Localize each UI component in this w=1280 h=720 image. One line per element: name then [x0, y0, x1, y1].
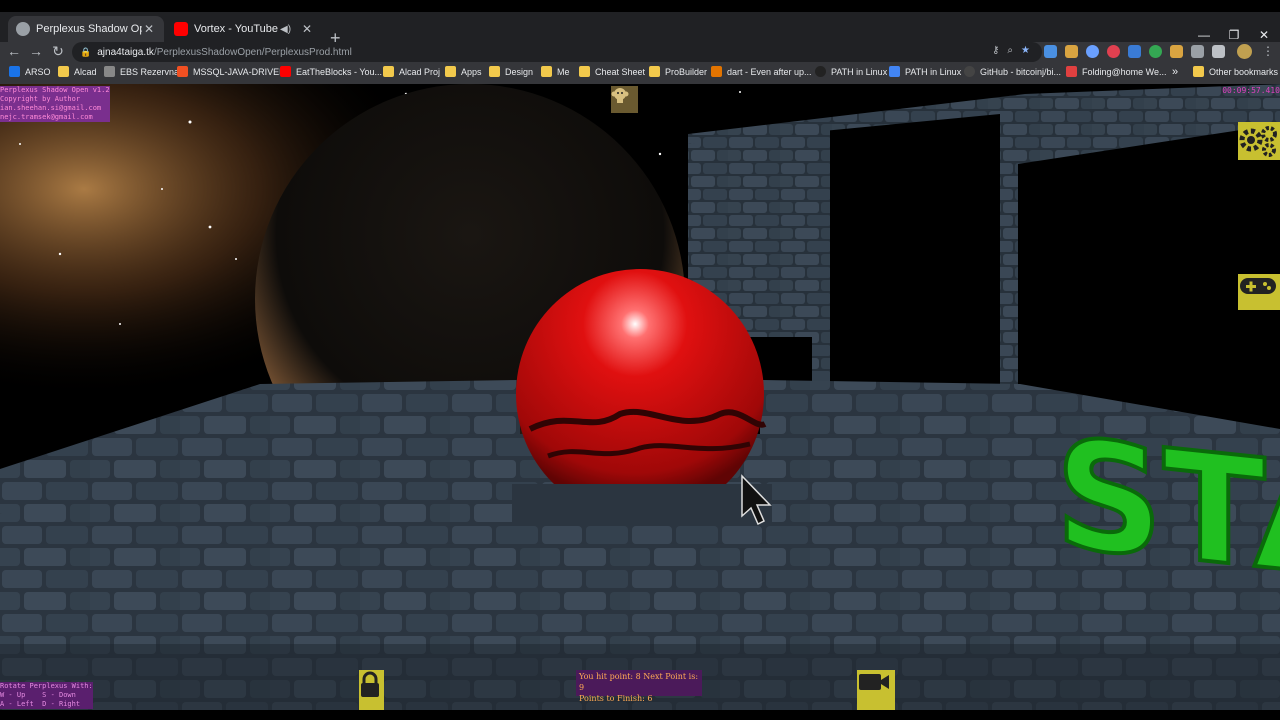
folder-icon [383, 66, 394, 77]
audio-playing-icon[interactable]: ◀) [280, 24, 294, 35]
bookmark-icon [1066, 66, 1077, 77]
extension-icon[interactable] [1170, 45, 1183, 58]
points-panel: You hit point: 8 Next Point is: 9 Points… [576, 670, 702, 703]
forward-button[interactable]: → [28, 43, 44, 59]
extension-icon[interactable] [1128, 45, 1141, 58]
bookmark-icon [9, 66, 20, 77]
folder-icon [489, 66, 500, 77]
close-tab-icon[interactable]: ✕ [142, 22, 156, 36]
camera-button[interactable] [857, 670, 895, 710]
github-icon [964, 66, 975, 77]
tab-youtube[interactable]: Vortex - YouTube ◀) ✕ [166, 16, 322, 42]
bookmark-icon [104, 66, 115, 77]
lock-button[interactable] [359, 670, 384, 710]
folder-icon [58, 66, 69, 77]
key-icon[interactable]: ⚷ [992, 45, 999, 56]
bookmark-folder[interactable]: ProBuilder [649, 66, 707, 77]
bookmark-item[interactable]: PATH in Linux [815, 66, 887, 77]
restore-button[interactable]: ❐ [1224, 28, 1244, 42]
globe-icon [16, 22, 30, 36]
ball-occluder [512, 484, 772, 524]
extension-icon[interactable] [1149, 45, 1162, 58]
bookmark-item[interactable]: EBS Rezervna [104, 66, 179, 77]
microsoft-icon [177, 66, 188, 77]
navigation-bar: ← → ↻ 🔒 ajna4taiga.tk /PerplexusShadowOp… [0, 42, 1280, 62]
controls-help-text: Rotate Perplexus With: W - Up S - Down A… [0, 682, 93, 709]
back-button[interactable]: ← [6, 43, 22, 59]
zoom-icon[interactable]: ⌕ [1007, 45, 1013, 56]
star-icon[interactable]: ★ [1021, 45, 1030, 56]
bookmark-item[interactable]: MSSQL-JAVA-DRIVER [177, 66, 286, 77]
bookmark-item[interactable]: dart - Even after up... [711, 66, 812, 77]
screen-top-border [0, 0, 1280, 12]
profile-avatar[interactable] [1237, 44, 1252, 59]
gamepad-button[interactable] [1238, 274, 1280, 310]
camera-icon [859, 674, 889, 690]
reload-button[interactable]: ↻ [50, 43, 66, 60]
folder-icon [579, 66, 590, 77]
tab-title: Vortex - YouTube [194, 23, 278, 35]
extension-icon[interactable] [1086, 45, 1099, 58]
youtube-icon [174, 22, 188, 36]
bookmark-item[interactable]: EatTheBlocks - You... [280, 66, 382, 77]
bookmark-folder[interactable]: Me [541, 66, 570, 77]
gear-icon [1239, 126, 1277, 157]
screen-bottom-border [0, 710, 1280, 720]
tab-strip: Perplexus Shadow Open 3D Web... ✕ Vortex… [0, 12, 1280, 47]
red-ball [516, 269, 764, 519]
puzzle-icon[interactable] [1191, 45, 1204, 58]
points-to-finish-text: Points to Finish: 6 [579, 694, 653, 703]
folder-icon [445, 66, 456, 77]
lock-icon: 🔒 [80, 46, 92, 57]
bookmark-item[interactable]: Folding@home We... [1066, 66, 1167, 77]
monkey-icon[interactable] [611, 86, 638, 113]
tab-title: Perplexus Shadow Open 3D Web... [36, 23, 142, 35]
address-bar[interactable]: 🔒 ajna4taiga.tk /PerplexusShadowOpen/Per… [72, 42, 1042, 62]
more-bookmarks-button[interactable]: » [1172, 66, 1178, 78]
bookmark-item[interactable]: PATH in Linux [889, 66, 961, 77]
bookmark-icon [815, 66, 826, 77]
folder-icon [1193, 66, 1204, 77]
points-hit-text: You hit point: 8 Next Point is: 9 [579, 672, 699, 692]
url-host: ajna4taiga.tk [97, 46, 154, 58]
url-path: /PerplexusShadowOpen/PerplexusProd.html [153, 46, 352, 58]
bookmark-folder[interactable]: Apps [445, 66, 482, 77]
folder-icon [541, 66, 552, 77]
bookmarks-bar: ARSO Alcad EBS Rezervna MSSQL-JAVA-DRIVE… [0, 62, 1280, 84]
monkey-icon-glyph [611, 88, 629, 103]
youtube-icon [280, 66, 291, 77]
close-tab-icon[interactable]: ✕ [300, 22, 314, 36]
menu-icon[interactable]: ⋮ [1262, 44, 1274, 58]
bookmark-item[interactable]: ARSO [9, 66, 51, 77]
lock-icon [361, 671, 379, 697]
close-window-button[interactable]: ✕ [1254, 28, 1274, 42]
minimize-button[interactable]: — [1194, 28, 1214, 42]
extension-icon[interactable] [1065, 45, 1078, 58]
reading-list-icon[interactable] [1212, 45, 1225, 58]
bookmark-item[interactable]: GitHub - bitcoinj/bi... [964, 66, 1061, 77]
game-scene: STAR [0, 84, 1280, 710]
settings-button[interactable] [1238, 122, 1280, 160]
game-info-text: Perplexus Shadow Open v1.2 Copyright by … [0, 86, 110, 122]
bookmark-icon [889, 66, 900, 77]
game-timer: 00:09:57.410 [1222, 86, 1280, 95]
extension-icon[interactable] [1044, 45, 1057, 58]
bookmark-folder[interactable]: Alcad Proj [383, 66, 440, 77]
bookmark-folder[interactable]: Alcad [58, 66, 97, 77]
bookmark-folder[interactable]: Design [489, 66, 533, 77]
bookmark-icon [711, 66, 722, 77]
game-canvas[interactable]: STAR Perplexus Shadow Open v1.2 Copyrigh… [0, 84, 1280, 710]
gamepad-icon [1240, 278, 1276, 294]
tab-perplexus[interactable]: Perplexus Shadow Open 3D Web... ✕ [8, 16, 164, 42]
folder-icon [649, 66, 660, 77]
other-bookmarks[interactable]: Other bookmarks [1193, 66, 1278, 77]
extension-icon[interactable] [1107, 45, 1120, 58]
bookmark-folder[interactable]: Cheat Sheet [579, 66, 645, 77]
